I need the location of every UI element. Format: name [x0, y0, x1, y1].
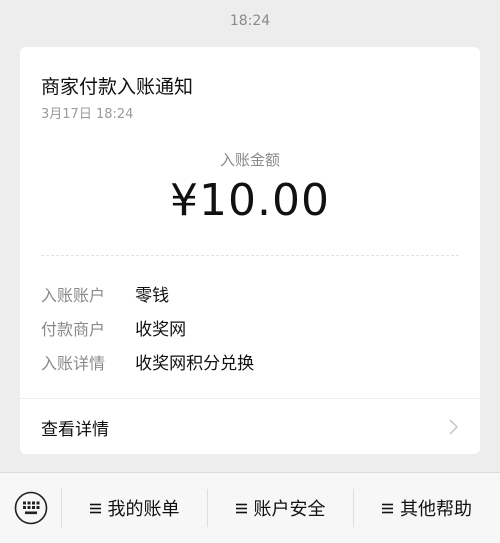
detail-value: 收奖网 [135, 320, 187, 340]
detail-value: 零钱 [135, 286, 170, 306]
account-security-button[interactable]: 账户安全 [208, 473, 353, 543]
detail-row-merchant: 付款商户 收奖网 [41, 315, 187, 340]
view-details-label: 查看详情 [41, 420, 109, 440]
detail-row-description: 入账详情 收奖网积分兑换 [41, 349, 255, 374]
card-date: 3月17日 18:24 [41, 107, 134, 122]
detail-key: 付款商户 [41, 320, 106, 339]
keyboard-icon[interactable] [14, 491, 48, 525]
account-security-label: 账户安全 [253, 499, 326, 520]
detail-value: 收奖网积分兑换 [135, 354, 255, 374]
amount-value: ¥10.00 [170, 175, 330, 226]
menu-lines-icon [382, 503, 393, 513]
other-help-button[interactable]: 其他帮助 [354, 473, 500, 543]
card-title: 商家付款入账通知 [41, 76, 194, 98]
my-bills-button[interactable]: 我的账单 [62, 473, 207, 543]
dashed-divider [41, 255, 459, 256]
detail-row-account: 入账账户 零钱 [41, 281, 170, 306]
detail-key: 入账详情 [41, 354, 106, 373]
view-details-link[interactable]: 查看详情 [20, 399, 480, 454]
menu-lines-icon [89, 503, 101, 513]
payment-notification-card[interactable]: 商家付款入账通知 3月17日 18:24 入账金额 ¥10.00 入账账户 零钱… [20, 47, 480, 454]
bottom-menu-bar: 我的账单 账户安全 其他帮助 [0, 472, 500, 543]
detail-key: 入账账户 [41, 286, 106, 305]
message-timestamp: 18:24 [229, 13, 271, 29]
menu-lines-icon [235, 503, 247, 513]
my-bills-label: 我的账单 [107, 499, 180, 520]
chevron-right-icon [449, 419, 458, 435]
other-help-label: 其他帮助 [400, 499, 472, 520]
amount-label: 入账金额 [219, 151, 280, 169]
